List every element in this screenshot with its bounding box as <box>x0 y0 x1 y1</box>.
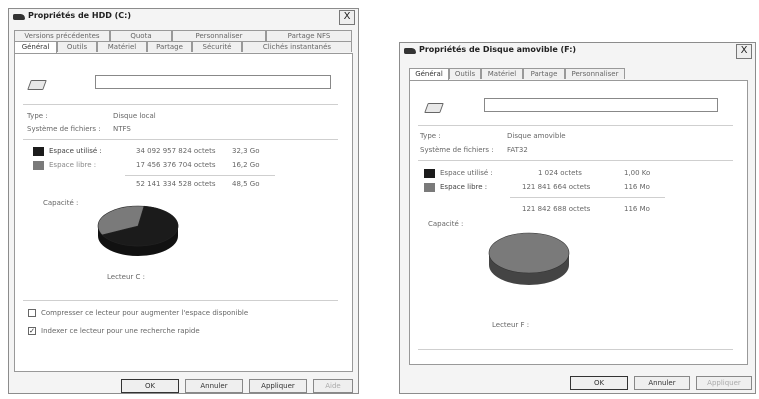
apply-button[interactable]: Appliquer <box>249 379 307 393</box>
tab-general[interactable]: Général <box>409 68 449 80</box>
filesystem-value: FAT32 <box>507 146 528 154</box>
tab-general[interactable]: Général <box>14 41 57 53</box>
drive-icon <box>27 80 47 90</box>
tab-customize[interactable]: Personnaliser <box>565 68 625 79</box>
used-space-label: Espace utilisé : <box>49 147 102 155</box>
tab-security[interactable]: Sécurité <box>192 41 242 52</box>
tab-row-top: Versions précédentes Quota Personnaliser… <box>14 30 352 41</box>
free-space-bytes: 17 456 376 704 octets <box>136 161 216 169</box>
compress-checkbox[interactable] <box>28 309 36 317</box>
capacity-size: 116 Mo <box>624 205 650 213</box>
drive-letter-label: Lecteur C : <box>107 273 145 281</box>
removable-disk-properties-dialog: Propriétés de Disque amovible (F:) X Gén… <box>399 42 756 394</box>
capacity-label: Capacité : <box>43 199 79 207</box>
drive-name-input[interactable] <box>484 98 718 112</box>
free-space-bytes: 121 841 664 octets <box>522 183 591 191</box>
free-space-label: Espace libre : <box>49 161 97 169</box>
free-space-swatch <box>424 183 435 192</box>
tab-row-bottom: Général Outils Matériel Partage Sécurité… <box>14 41 352 53</box>
used-space-swatch <box>33 147 44 156</box>
pie-free-slice <box>488 232 570 274</box>
free-space-swatch <box>33 161 44 170</box>
type-label: Type : <box>420 132 441 140</box>
index-checkbox[interactable]: ✓ <box>28 327 36 335</box>
tab-hardware[interactable]: Matériel <box>481 68 523 79</box>
tab-shadow-copies[interactable]: Clichés instantanés <box>242 41 352 52</box>
divider <box>23 139 338 140</box>
free-space-size: 16,2 Go <box>232 161 260 169</box>
apply-button[interactable]: Appliquer <box>696 376 752 390</box>
drive-name-input[interactable] <box>95 75 331 89</box>
filesystem-value: NTFS <box>113 125 131 133</box>
tab-quota[interactable]: Quota <box>110 30 172 41</box>
used-space-bytes: 34 092 957 824 octets <box>136 147 216 155</box>
drive-icon <box>404 48 416 54</box>
ok-button[interactable]: OK <box>570 376 628 390</box>
capacity-pie-chart <box>488 232 570 285</box>
tab-tools[interactable]: Outils <box>449 68 481 79</box>
free-space-label: Espace libre : <box>440 183 488 191</box>
tab-customize[interactable]: Personnaliser <box>172 30 266 41</box>
general-panel: Type : Disque amovible Système de fichie… <box>409 80 748 365</box>
title-bar[interactable]: Propriétés de Disque amovible (F:) X <box>400 43 755 60</box>
filesystem-label: Système de fichiers : <box>27 125 101 133</box>
used-space-swatch <box>424 169 435 178</box>
cancel-button[interactable]: Annuler <box>185 379 243 393</box>
window-title: Propriétés de HDD (C:) <box>28 11 132 20</box>
used-space-label: Espace utilisé : <box>440 169 493 177</box>
ok-button[interactable]: OK <box>121 379 179 393</box>
divider <box>418 160 733 161</box>
used-space-bytes: 1 024 octets <box>538 169 582 177</box>
divider <box>125 175 275 176</box>
tab-previous-versions[interactable]: Versions précédentes <box>14 30 110 41</box>
tab-sharing[interactable]: Partage <box>147 41 192 52</box>
window-title: Propriétés de Disque amovible (F:) <box>419 45 577 54</box>
index-label: Indexer ce lecteur pour une recherche ra… <box>41 327 200 335</box>
compress-label: Compresser ce lecteur pour augmenter l'e… <box>41 309 249 317</box>
drive-icon <box>13 14 25 20</box>
divider <box>23 300 338 301</box>
title-bar[interactable]: Propriétés de HDD (C:) X <box>9 9 358 26</box>
help-button[interactable]: Aide <box>313 379 353 393</box>
capacity-bytes: 121 842 688 octets <box>522 205 591 213</box>
cancel-button[interactable]: Annuler <box>634 376 690 390</box>
drive-letter-label: Lecteur F : <box>492 321 530 329</box>
type-value: Disque local <box>113 112 156 120</box>
divider <box>418 125 733 126</box>
divider <box>510 197 665 198</box>
capacity-label: Capacité : <box>428 220 464 228</box>
tab-sharing[interactable]: Partage <box>523 68 565 79</box>
close-button[interactable]: X <box>339 10 355 25</box>
filesystem-label: Système de fichiers : <box>420 146 494 154</box>
tab-tools[interactable]: Outils <box>57 41 97 52</box>
close-button[interactable]: X <box>736 44 752 59</box>
tab-nfs-sharing[interactable]: Partage NFS <box>266 30 352 41</box>
divider <box>418 349 733 350</box>
tab-row: Général Outils Matériel Partage Personna… <box>409 68 625 80</box>
drive-icon <box>424 103 444 113</box>
capacity-pie-chart <box>97 205 179 256</box>
capacity-size: 48,5 Go <box>232 180 260 188</box>
divider <box>23 104 338 105</box>
tab-hardware[interactable]: Matériel <box>97 41 147 52</box>
type-label: Type : <box>27 112 48 120</box>
capacity-bytes: 52 141 334 528 octets <box>136 180 216 188</box>
used-space-size: 32,3 Go <box>232 147 260 155</box>
free-space-size: 116 Mo <box>624 183 650 191</box>
used-space-size: 1,00 Ko <box>624 169 651 177</box>
general-panel: Type : Disque local Système de fichiers … <box>14 53 353 372</box>
type-value: Disque amovible <box>507 132 566 140</box>
hdd-properties-dialog: Propriétés de HDD (C:) X Versions précéd… <box>8 8 359 394</box>
